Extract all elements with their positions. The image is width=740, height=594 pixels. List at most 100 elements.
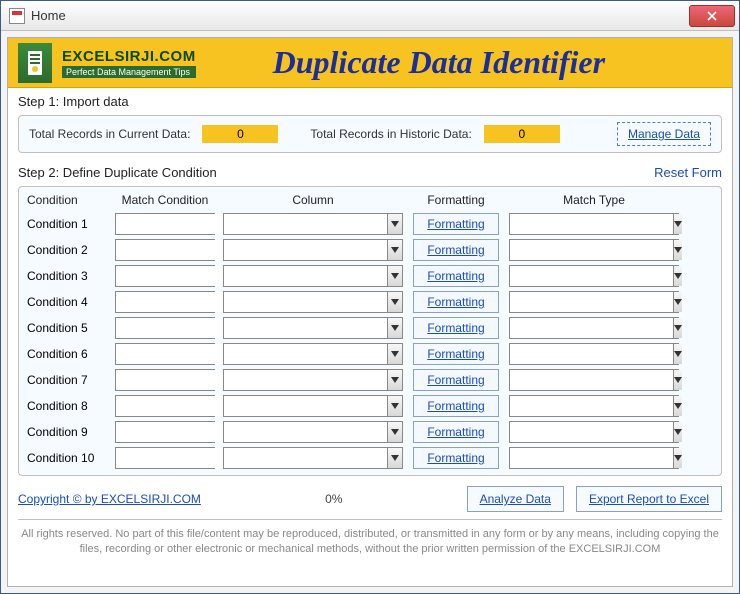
match-condition-combo[interactable] xyxy=(115,421,215,443)
formatting-button[interactable]: Formatting xyxy=(413,421,499,443)
condition-row: Condition 3Formatting xyxy=(25,263,715,289)
match-condition-combo[interactable] xyxy=(115,395,215,417)
match-type-input[interactable] xyxy=(510,422,673,442)
column-combo[interactable] xyxy=(223,265,403,287)
column-combo[interactable] xyxy=(223,213,403,235)
column-input[interactable] xyxy=(224,318,387,338)
match-condition-combo[interactable] xyxy=(115,447,215,469)
column-combo[interactable] xyxy=(223,369,403,391)
column-combo[interactable] xyxy=(223,421,403,443)
match-type-input[interactable] xyxy=(510,318,673,338)
dropdown-icon[interactable] xyxy=(387,318,402,338)
dropdown-icon[interactable] xyxy=(673,344,682,364)
column-combo[interactable] xyxy=(223,291,403,313)
conditions-grid: Condition Match Condition Column Formatt… xyxy=(18,186,722,476)
dropdown-icon[interactable] xyxy=(387,344,402,364)
condition-row: Condition 8Formatting xyxy=(25,393,715,419)
dropdown-icon[interactable] xyxy=(387,370,402,390)
formatting-button[interactable]: Formatting xyxy=(413,213,499,235)
dropdown-icon[interactable] xyxy=(387,422,402,442)
current-records-value: 0 xyxy=(202,125,278,143)
dropdown-icon[interactable] xyxy=(673,370,682,390)
formatting-button[interactable]: Formatting xyxy=(413,291,499,313)
dropdown-icon[interactable] xyxy=(673,396,682,416)
dropdown-icon[interactable] xyxy=(387,266,402,286)
match-condition-combo[interactable] xyxy=(115,369,215,391)
column-input[interactable] xyxy=(224,448,387,468)
reset-form-link[interactable]: Reset Form xyxy=(654,165,722,180)
dropdown-icon[interactable] xyxy=(673,422,682,442)
dropdown-icon[interactable] xyxy=(387,448,402,468)
match-condition-combo[interactable] xyxy=(115,213,215,235)
export-report-button[interactable]: Export Report to Excel xyxy=(576,486,722,512)
condition-name: Condition 7 xyxy=(25,373,107,387)
column-combo[interactable] xyxy=(223,317,403,339)
condition-name: Condition 9 xyxy=(25,425,107,439)
column-combo[interactable] xyxy=(223,239,403,261)
condition-row: Condition 10Formatting xyxy=(25,445,715,471)
match-type-input[interactable] xyxy=(510,396,673,416)
formatting-button[interactable]: Formatting xyxy=(413,317,499,339)
logo-icon xyxy=(18,43,52,83)
column-input[interactable] xyxy=(224,396,387,416)
match-condition-combo[interactable] xyxy=(115,343,215,365)
manage-data-button[interactable]: Manage Data xyxy=(617,122,711,146)
match-condition-combo[interactable] xyxy=(115,239,215,261)
match-type-input[interactable] xyxy=(510,292,673,312)
condition-row: Condition 7 Formatting xyxy=(25,367,715,393)
dropdown-icon[interactable] xyxy=(387,396,402,416)
dropdown-icon[interactable] xyxy=(673,266,682,286)
match-type-combo[interactable] xyxy=(509,239,679,261)
column-input[interactable] xyxy=(224,422,387,442)
match-type-combo[interactable] xyxy=(509,213,679,235)
column-input[interactable] xyxy=(224,266,387,286)
formatting-button[interactable]: Formatting xyxy=(413,395,499,417)
match-type-input[interactable] xyxy=(510,240,673,260)
dropdown-icon[interactable] xyxy=(387,292,402,312)
analyze-data-button[interactable]: Analyze Data xyxy=(467,486,564,512)
match-type-combo[interactable] xyxy=(509,265,679,287)
column-combo[interactable] xyxy=(223,343,403,365)
formatting-button[interactable]: Formatting xyxy=(413,369,499,391)
column-input[interactable] xyxy=(224,240,387,260)
match-type-input[interactable] xyxy=(510,214,673,234)
dropdown-icon[interactable] xyxy=(673,318,682,338)
match-type-input[interactable] xyxy=(510,344,673,364)
logo-main-text: EXCELSIRJI.COM xyxy=(62,48,196,65)
copyright-link[interactable]: Copyright © by EXCELSIRJI.COM xyxy=(18,492,201,506)
column-input[interactable] xyxy=(224,370,387,390)
match-type-combo[interactable] xyxy=(509,317,679,339)
column-input[interactable] xyxy=(224,292,387,312)
dropdown-icon[interactable] xyxy=(673,292,682,312)
match-type-combo[interactable] xyxy=(509,343,679,365)
match-type-combo[interactable] xyxy=(509,291,679,313)
formatting-button[interactable]: Formatting xyxy=(413,343,499,365)
logo: EXCELSIRJI.COM Perfect Data Management T… xyxy=(18,43,206,83)
formatting-button[interactable]: Formatting xyxy=(413,239,499,261)
col-condition-header: Condition xyxy=(25,193,107,207)
dropdown-icon[interactable] xyxy=(673,448,682,468)
dropdown-icon[interactable] xyxy=(387,240,402,260)
condition-row: Condition 6Formatting xyxy=(25,341,715,367)
column-input[interactable] xyxy=(224,344,387,364)
dropdown-icon[interactable] xyxy=(673,240,682,260)
match-condition-combo[interactable] xyxy=(115,317,215,339)
match-type-combo[interactable] xyxy=(509,369,679,391)
match-type-input[interactable] xyxy=(510,448,673,468)
column-combo[interactable] xyxy=(223,447,403,469)
close-button[interactable] xyxy=(689,5,735,27)
match-type-combo[interactable] xyxy=(509,395,679,417)
condition-row: Condition 2Formatting xyxy=(25,237,715,263)
match-type-combo[interactable] xyxy=(509,421,679,443)
dropdown-icon[interactable] xyxy=(673,214,682,234)
match-type-input[interactable] xyxy=(510,266,673,286)
formatting-button[interactable]: Formatting xyxy=(413,265,499,287)
match-type-combo[interactable] xyxy=(509,447,679,469)
formatting-button[interactable]: Formatting xyxy=(413,447,499,469)
match-condition-combo[interactable] xyxy=(115,265,215,287)
match-type-input[interactable] xyxy=(510,370,673,390)
column-combo[interactable] xyxy=(223,395,403,417)
column-input[interactable] xyxy=(224,214,387,234)
dropdown-icon[interactable] xyxy=(387,214,402,234)
match-condition-combo[interactable] xyxy=(115,291,215,313)
